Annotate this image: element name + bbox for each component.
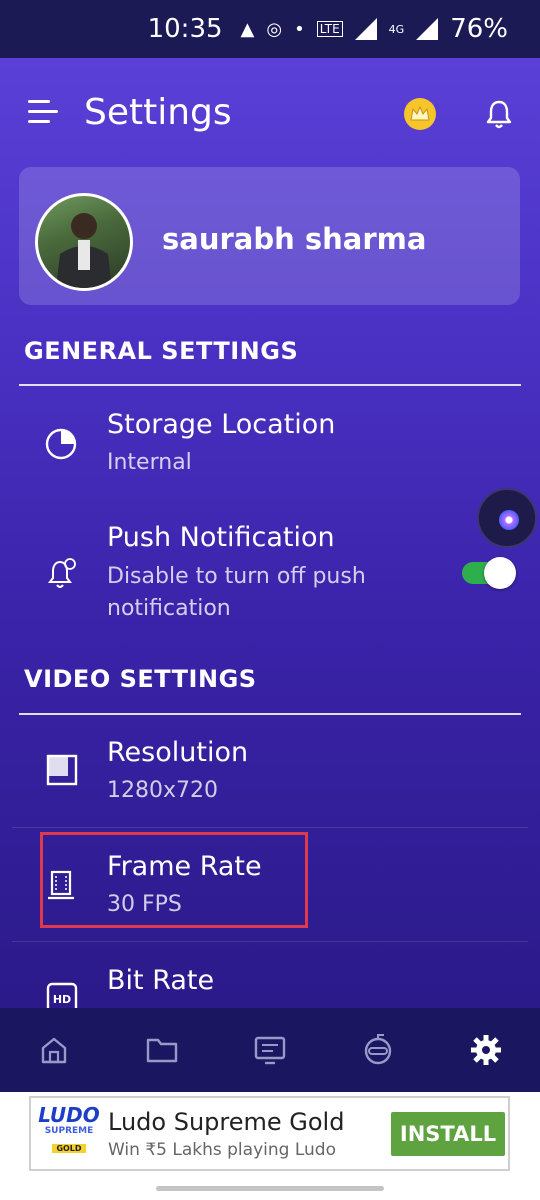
svg-text:HD: HD: [53, 993, 71, 1006]
video-settings-heading: VIDEO SETTINGS: [24, 665, 257, 693]
menu-icon[interactable]: [28, 100, 58, 126]
alarm-bell-icon: [48, 558, 76, 588]
gamer-icon[interactable]: [358, 1030, 398, 1070]
storage-location-value: Internal: [107, 450, 192, 475]
home-indicator[interactable]: [156, 1186, 384, 1191]
row-separator: [12, 827, 528, 828]
resolution-value: 1280x720: [107, 778, 218, 803]
app-content: Settings saurabh sharma GENERAL SETTINGS: [0, 58, 540, 1008]
install-button[interactable]: INSTALL: [391, 1112, 505, 1156]
push-notification-title: Push Notification: [107, 522, 335, 553]
screen-icon[interactable]: [250, 1030, 290, 1070]
ad-banner[interactable]: LUDO SUPREME GOLD Ludo Supreme Gold Win …: [29, 1096, 510, 1171]
hd-icon: HD: [46, 982, 78, 1008]
battery-level: 76%: [450, 14, 508, 44]
profile-card[interactable]: saurabh sharma: [19, 167, 520, 305]
push-notification-toggle[interactable]: [462, 557, 516, 589]
top-app-bar: Settings: [0, 58, 540, 168]
signal-2-icon: [416, 18, 439, 40]
resolution-title: Resolution: [107, 737, 249, 768]
camera-lens-icon: [499, 510, 519, 530]
profile-name: saurabh sharma: [162, 222, 427, 256]
status-bar: 10:35 ▲ ◎ • LTE 4G 76%: [0, 0, 540, 58]
row-separator: [12, 941, 528, 942]
ad-subtitle: Win ₹5 Lakhs playing Ludo: [108, 1140, 336, 1160]
lte-icon: LTE: [316, 21, 343, 37]
bit-rate-title: Bit Rate: [107, 965, 215, 996]
frame-rate-highlight-box: [40, 832, 308, 928]
bottom-navigation: [0, 1008, 540, 1092]
network-4g-label: 4G: [388, 22, 405, 36]
bell-icon[interactable]: [484, 98, 514, 130]
record-icon: ◎: [266, 18, 283, 40]
premium-crown-icon[interactable]: [404, 98, 436, 130]
floating-recorder-bubble[interactable]: [477, 488, 537, 548]
dot-icon: •: [294, 18, 305, 40]
divider: [19, 384, 521, 386]
ad-title: Ludo Supreme Gold: [108, 1108, 345, 1136]
storage-location-title: Storage Location: [107, 409, 336, 440]
home-icon[interactable]: [34, 1030, 74, 1070]
folder-icon[interactable]: [142, 1030, 182, 1070]
push-notification-description: Disable to turn off push notification: [107, 564, 366, 621]
toggle-knob: [484, 557, 516, 589]
ludo-logo: LUDO SUPREME GOLD: [38, 1103, 100, 1153]
page-title: Settings: [84, 92, 232, 133]
gear-icon[interactable]: [466, 1030, 506, 1070]
signal-icon: [354, 18, 377, 40]
resolution-icon: [46, 754, 78, 786]
general-settings-heading: GENERAL SETTINGS: [24, 337, 299, 365]
pie-chart-icon: [45, 428, 77, 460]
divider: [19, 713, 521, 715]
alert-icon: ▲: [240, 18, 255, 40]
avatar[interactable]: [35, 193, 133, 291]
status-time: 10:35: [147, 14, 223, 44]
